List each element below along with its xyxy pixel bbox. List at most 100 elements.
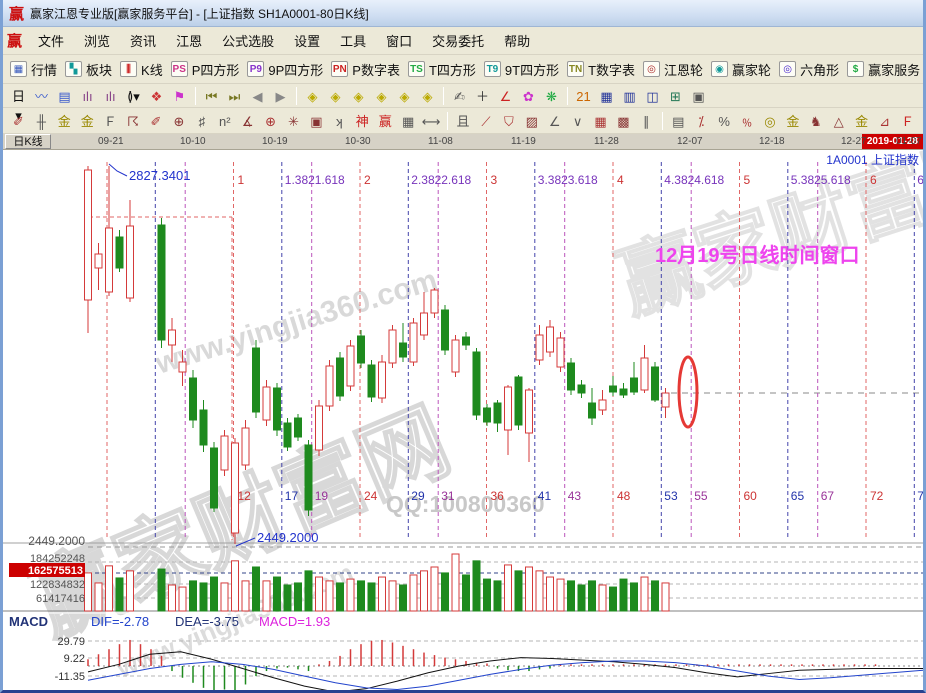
red-grid-icon[interactable]: ▦: [590, 111, 611, 131]
crosshair-icon[interactable]: ＋: [472, 86, 493, 106]
target-icon[interactable]: ⊕: [260, 111, 281, 131]
levels-icon[interactable]: ▤: [668, 111, 689, 131]
ray-fan-icon[interactable]: ⟋: [475, 111, 496, 131]
triangle-icon[interactable]: △: [828, 111, 849, 131]
menu-item-1[interactable]: 文件: [28, 30, 74, 53]
flag-icon[interactable]: ⚑: [169, 86, 190, 106]
save-icon[interactable]: ◫: [642, 86, 663, 106]
menu-item-10[interactable]: 帮助: [494, 30, 540, 53]
gold-grid-icon[interactable]: 金: [54, 111, 75, 131]
menu-item-3[interactable]: 资讯: [120, 30, 166, 53]
percent-line-icon[interactable]: ⁒: [691, 111, 712, 131]
bars3-icon[interactable]: ılı: [77, 86, 98, 106]
grid123-icon[interactable]: ▦: [398, 111, 419, 131]
fib2-icon[interactable]: Ｆ: [897, 111, 918, 131]
kline-chart[interactable]: www.yingjia360.com赢家财富网赢家财富网www.yingjia3…: [3, 150, 923, 693]
menu-item-9[interactable]: 交易委托: [422, 30, 494, 53]
svg-text:2: 2: [364, 173, 371, 187]
box-tool-icon[interactable]: ▣: [306, 111, 327, 131]
menu-item-2[interactable]: 浏览: [74, 30, 120, 53]
ying-tool-icon[interactable]: 赢: [375, 111, 396, 131]
gann-diamond-icon[interactable]: ◈: [417, 86, 438, 106]
menu-item-6[interactable]: 设置: [284, 30, 330, 53]
width-tool-icon[interactable]: ⟷: [421, 111, 442, 131]
dense-grid-icon[interactable]: ▩: [613, 111, 634, 131]
wedge-icon[interactable]: ⊿: [874, 111, 895, 131]
toolbar-button-六角形[interactable]: ◎六角形: [779, 60, 839, 79]
pattern-icon[interactable]: ❖: [146, 86, 167, 106]
shen-tool-icon[interactable]: 神: [352, 111, 373, 131]
menu-item-4[interactable]: 江恩: [166, 30, 212, 53]
angle2-icon[interactable]: ∡: [237, 111, 258, 131]
gold-line-icon[interactable]: 金: [782, 111, 803, 131]
gann-diamond-icon[interactable]: ◈: [371, 86, 392, 106]
toolbar-button-江恩轮[interactable]: ◎江恩轮: [643, 60, 703, 79]
toolbar-chip-icon: PS: [171, 61, 188, 77]
percent-icon[interactable]: %: [714, 111, 735, 131]
percent2-icon[interactable]: ﹪: [737, 111, 758, 131]
curve-tool-icon[interactable]: 〰: [31, 86, 52, 106]
frame-tool-icon[interactable]: 且: [453, 111, 474, 131]
knight-tool-icon[interactable]: ♞: [805, 111, 826, 131]
last-bar-icon[interactable]: ⏭: [224, 86, 245, 106]
calculator-icon[interactable]: ▦: [596, 86, 617, 106]
angle-tool-icon[interactable]: ∠: [495, 86, 516, 106]
gann-diamond-icon[interactable]: ◈: [302, 86, 323, 106]
date-tick: 12-18: [759, 136, 785, 147]
toolbar-button-9P四方形[interactable]: P99P四方形: [247, 60, 323, 79]
toolbar-button-赢家服务[interactable]: $赢家服务: [847, 60, 920, 79]
gold2-icon[interactable]: 金: [851, 111, 872, 131]
gold-grid2-icon[interactable]: 金: [77, 111, 98, 131]
export-icon[interactable]: ⊞: [665, 86, 686, 106]
trend-angle-icon[interactable]: ∠: [544, 111, 565, 131]
parallel-icon[interactable]: ∥: [636, 111, 657, 131]
shade-box-icon[interactable]: ▨: [521, 111, 542, 131]
print-icon[interactable]: ▣: [688, 86, 709, 106]
flower-tool-icon[interactable]: ✿: [518, 86, 539, 106]
list-view-icon[interactable]: ▤: [54, 86, 75, 106]
brain-tool-icon[interactable]: ❋: [541, 86, 562, 106]
fan-box-icon[interactable]: ⛉: [498, 111, 519, 131]
notes-icon[interactable]: ▥: [619, 86, 640, 106]
calendar-icon[interactable]: 21: [573, 86, 594, 106]
brush-tool-icon[interactable]: ✐: [146, 111, 167, 131]
square-num-icon[interactable]: n²: [214, 111, 235, 131]
gann-diamond-icon[interactable]: ◈: [348, 86, 369, 106]
svg-text:DEA=-3.75: DEA=-3.75: [175, 614, 239, 629]
fib-tool-icon[interactable]: Ｆ: [100, 111, 121, 131]
first-bar-icon[interactable]: ⏮: [201, 86, 222, 106]
bars9-icon[interactable]: ılı: [100, 86, 121, 106]
toolbar-button-P四方形[interactable]: PSP四方形: [171, 60, 240, 79]
gold-circle-icon[interactable]: ◎: [760, 111, 781, 131]
lines-tool-icon[interactable]: ♯: [191, 111, 212, 131]
k-tool-icon[interactable]: ʞ: [329, 111, 350, 131]
toolbar-separator: [296, 87, 297, 105]
grid-tool-icon[interactable]: ╫: [31, 111, 52, 131]
hand-tool-icon[interactable]: ✍: [449, 86, 470, 106]
toolbar-button-T四方形[interactable]: TST四方形: [408, 60, 476, 79]
date-tick: 10-10: [180, 136, 206, 147]
menu-item-8[interactable]: 窗口: [376, 30, 422, 53]
svg-text:2449.2000: 2449.2000: [257, 530, 318, 545]
spiral-tool-icon[interactable]: ☈: [123, 111, 144, 131]
toolbar-button-K线[interactable]: ⫼K线: [120, 60, 163, 79]
gann-diamond-icon[interactable]: ◈: [394, 86, 415, 106]
toolbar-button-赢家轮[interactable]: ◉赢家轮: [711, 60, 771, 79]
gann-diamond-icon[interactable]: ◈: [325, 86, 346, 106]
toolbar-button-9T四方形[interactable]: T99T四方形: [484, 60, 559, 79]
draw-tool-icon[interactable]: ✐: [8, 111, 29, 131]
menu-item-5[interactable]: 公式选股: [212, 30, 284, 53]
star-tool-icon[interactable]: ✳: [283, 111, 304, 131]
wheel-tool-icon[interactable]: ⊕: [168, 111, 189, 131]
toolbar-button-P数字表[interactable]: PNP数字表: [331, 60, 400, 79]
prev-bar-icon[interactable]: ◀: [247, 86, 268, 106]
candle-style-icon[interactable]: ≬▾: [123, 86, 144, 106]
date-tick: 12-07: [677, 136, 703, 147]
menu-item-7[interactable]: 工具: [330, 30, 376, 53]
toolbar-button-行情[interactable]: ▦行情: [10, 60, 57, 79]
period-selector[interactable]: 日▾: [8, 86, 29, 106]
toolbar-button-T数字表[interactable]: TNT数字表: [567, 60, 635, 79]
toolbar-button-板块[interactable]: ▚板块: [65, 60, 112, 79]
v-line-icon[interactable]: ∨: [567, 111, 588, 131]
next-bar-icon[interactable]: ▶: [270, 86, 291, 106]
